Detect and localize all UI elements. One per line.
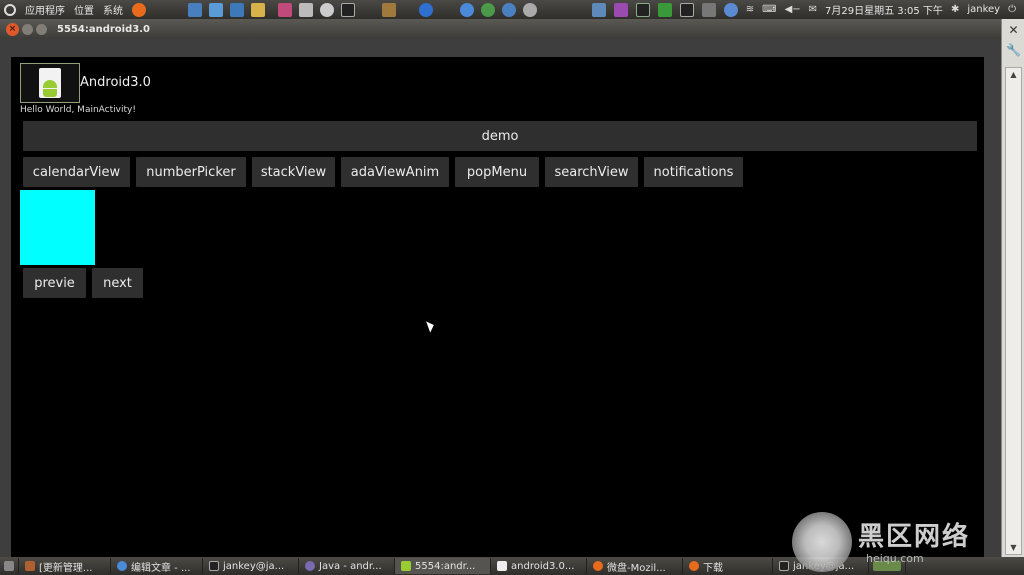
demo-button[interactable]: demo [23, 121, 977, 151]
firefox-icon [689, 561, 699, 571]
wifi-icon[interactable]: ≋ [746, 4, 754, 15]
cpu-graph-icon[interactable] [679, 2, 694, 17]
network-icon[interactable] [382, 2, 396, 17]
stackview-button[interactable]: stackView [252, 157, 335, 187]
eclipse-icon [305, 561, 315, 571]
messenger-icon[interactable] [502, 2, 516, 17]
file-icon [497, 561, 507, 571]
terminal-icon [779, 561, 789, 571]
taskbar-item[interactable]: 微盘-Mozil... [587, 558, 683, 574]
emulator-frame: Android3.0 Hello World, MainActivity! de… [0, 39, 1001, 557]
taskbar-item[interactable]: android3.0... [491, 558, 587, 574]
next-button[interactable]: next [92, 268, 143, 298]
emulator-close-icon[interactable]: ✕ [1006, 23, 1021, 38]
broom-icon[interactable] [251, 2, 265, 17]
browser-icon [117, 561, 127, 571]
menu-system[interactable]: 系统 [103, 2, 123, 17]
numberpicker-button[interactable]: numberPicker [136, 157, 246, 187]
bluetooth-icon[interactable] [419, 2, 433, 17]
watermark-url: heiqu.com [866, 552, 924, 565]
scroll-up-icon[interactable]: ▲ [1006, 68, 1021, 81]
minimize-window-button[interactable] [22, 23, 33, 35]
adaviewanim-button[interactable]: adaViewAnim [341, 157, 449, 187]
taskbar-item[interactable]: [更新管理... [19, 558, 111, 574]
monitor-icon[interactable] [591, 2, 606, 17]
wrench-icon[interactable]: 🔧 [1006, 43, 1021, 58]
android-icon [39, 68, 61, 98]
top-panel: 应用程序 位置 系统 ≋ ⌨ ◀− ✉ 7月29日星期五 3:05 下午 ✱ j… [0, 0, 1024, 19]
terminal-icon[interactable] [341, 2, 355, 17]
checkmark-icon[interactable] [657, 2, 672, 17]
keyboard-icon[interactable]: ⌨ [762, 4, 776, 15]
android-icon [401, 561, 411, 571]
calendarview-button[interactable]: calendarView [23, 157, 130, 187]
android-screen: Android3.0 Hello World, MainActivity! de… [11, 57, 984, 557]
firefox-icon[interactable] [132, 2, 146, 17]
package-icon [25, 561, 35, 571]
taskbar-item[interactable]: Java - andr... [299, 558, 395, 574]
close-window-button[interactable]: × [6, 22, 19, 36]
watermark: 黑区网络 heiqu.com [792, 512, 1022, 574]
picture-viewer-icon[interactable] [188, 2, 202, 17]
watermark-text: 黑区网络 [858, 522, 971, 552]
document-icon[interactable] [299, 2, 313, 17]
chat-status-icon[interactable] [613, 2, 628, 17]
session-icon[interactable]: ✱ [951, 4, 959, 15]
image-editor-icon[interactable] [209, 2, 223, 17]
taskbar-item[interactable]: 5554:andr... [395, 558, 491, 574]
taskbar-item[interactable]: 编辑文章 - ... [111, 558, 203, 574]
right-tool-strip: ✕ 🔧 ▲ ▼ [1001, 19, 1024, 557]
presentation-icon[interactable] [278, 2, 292, 17]
screenshot-icon[interactable] [230, 2, 244, 17]
search-icon[interactable] [523, 2, 537, 17]
terminal-icon [209, 561, 219, 571]
chromium-icon[interactable] [460, 2, 474, 17]
taskbar-item[interactable]: jankey@ja... [203, 558, 299, 574]
desktop: 应用程序 位置 系统 ≋ ⌨ ◀− ✉ 7月29日星期五 3:05 下午 ✱ j… [0, 0, 1024, 575]
menu-applications[interactable]: 应用程序 [25, 2, 65, 17]
ubuntu-logo-icon[interactable] [4, 3, 16, 16]
notifications-button[interactable]: notifications [644, 157, 743, 187]
indicator-area: ≋ ⌨ ◀− ✉ 7月29日星期五 3:05 下午 ✱ jankey ⏻ [591, 2, 1024, 17]
app-title: Android3.0 [80, 75, 151, 90]
menu-places[interactable]: 位置 [74, 2, 94, 17]
taskbar-item[interactable]: 下载 [683, 558, 773, 574]
window-title: 5554:android3.0 [57, 23, 150, 35]
system-monitor-icon[interactable] [635, 2, 650, 17]
user-name[interactable]: jankey [967, 4, 1000, 15]
memory-icon[interactable] [701, 2, 716, 17]
user-status-icon[interactable] [723, 2, 738, 17]
vertical-scrollbar[interactable]: ▲ ▼ [1005, 67, 1022, 555]
app-icon [20, 63, 80, 103]
mail-client-icon[interactable] [320, 2, 334, 17]
window-title-bar[interactable]: × 5554:android3.0 [0, 19, 1001, 39]
chat-icon[interactable] [481, 2, 495, 17]
color-box [20, 190, 95, 265]
previous-button[interactable]: previe [23, 268, 86, 298]
mail-icon[interactable]: ✉ [809, 4, 817, 15]
desktop-icon [4, 561, 14, 571]
clock[interactable]: 7月29日星期五 3:05 下午 [825, 2, 943, 17]
watermark-logo-icon [792, 512, 852, 572]
searchview-button[interactable]: searchView [545, 157, 638, 187]
power-icon[interactable]: ⏻ [1008, 4, 1016, 15]
top-menu: 应用程序 位置 系统 [0, 2, 146, 17]
volume-icon[interactable]: ◀− [785, 4, 801, 15]
maximize-window-button[interactable] [36, 23, 47, 35]
panel-launchers [158, 2, 537, 17]
firefox-icon [593, 561, 603, 571]
show-desktop-button[interactable] [0, 558, 19, 574]
hello-text: Hello World, MainActivity! [20, 105, 136, 115]
popmenu-button[interactable]: popMenu [455, 157, 539, 187]
